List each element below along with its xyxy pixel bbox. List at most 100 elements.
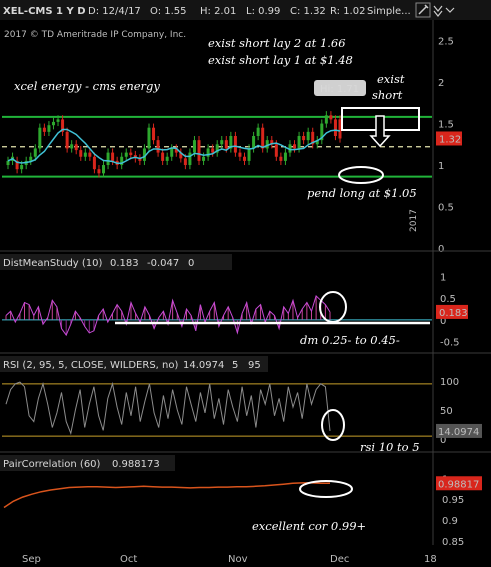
- candle-body: [283, 152, 287, 161]
- candle-body: [33, 148, 37, 157]
- x-tick: 18: [424, 554, 437, 565]
- candle-body: [88, 152, 92, 157]
- price-y-tick: 2: [438, 78, 444, 89]
- annotation-dm: dm 0.25- to 0.45-: [300, 333, 400, 347]
- candle-body: [197, 140, 201, 161]
- candle-body: [51, 121, 55, 126]
- rsi-y-tick: 50: [440, 406, 453, 417]
- candle-body: [97, 169, 101, 174]
- candle-body: [79, 150, 83, 157]
- annotation-exist-a: exist: [377, 72, 405, 86]
- high-label: H: 2.01: [200, 6, 236, 17]
- candle-body: [111, 152, 115, 161]
- symbol-label[interactable]: XEL-CMS 1 Y D: [3, 6, 86, 17]
- candle-body: [224, 140, 228, 149]
- candle-body: [147, 127, 151, 149]
- price-y-tick: 1: [438, 161, 444, 172]
- candle-body: [38, 127, 42, 149]
- copyright-text: 2017 © TD Ameritrade IP Company, Inc.: [4, 30, 186, 40]
- candle-body: [29, 156, 33, 161]
- rsi-last-text: 14.0974: [438, 427, 479, 438]
- distmean-line: [5, 294, 331, 337]
- candle-body: [297, 136, 301, 149]
- candle-body: [188, 152, 192, 166]
- candle-body: [233, 136, 237, 153]
- candle-body: [238, 152, 242, 157]
- rsi-y-tick: 100: [440, 377, 459, 388]
- candle-body: [261, 127, 265, 149]
- candle-body: [293, 144, 297, 149]
- candle-body: [183, 158, 187, 166]
- candle-body: [252, 136, 256, 149]
- annotation-short2: exist short lay 2 at 1.66: [208, 36, 346, 50]
- rsi-panel: RSI (2, 95, 5, CLOSE, WILDERS, no) 14.097…: [0, 356, 482, 446]
- hi-bubble-text: Hi: 1.71: [320, 84, 359, 95]
- candle-body: [274, 144, 278, 157]
- corr-y-tick: 0.9: [442, 516, 458, 527]
- candle-body: [333, 119, 337, 136]
- candle-body: [20, 165, 24, 170]
- corr-title: PairCorrelation (60): [3, 459, 101, 470]
- candle-body: [192, 140, 196, 153]
- x-tick: Oct: [120, 554, 137, 565]
- candle-body: [220, 140, 224, 145]
- candle-body: [242, 156, 246, 161]
- candle-body: [306, 131, 310, 141]
- candle-body: [6, 160, 10, 166]
- price-y-tick: 0: [438, 244, 444, 255]
- low-label: L: 0.99: [246, 6, 280, 17]
- annotation-short1: exist short lay 1 at $1.48: [208, 53, 353, 67]
- rsi-high: 95: [248, 360, 261, 371]
- candle-body: [156, 140, 160, 153]
- candle-body: [106, 152, 110, 166]
- candle-body: [256, 127, 260, 136]
- candle-body: [202, 156, 206, 161]
- rsi-circle: [321, 409, 345, 441]
- annotation-rsi: rsi 10 to 5: [360, 440, 420, 454]
- candle-body: [56, 119, 60, 122]
- candle-body: [102, 165, 106, 174]
- candle-body: [70, 144, 74, 149]
- date-label: D: 12/4/17: [88, 6, 141, 17]
- distmean-circle: [319, 291, 347, 323]
- candle-body: [161, 152, 165, 161]
- rsi-value: 14.0974: [183, 360, 224, 371]
- distmean-y-tick: 1: [440, 272, 446, 283]
- last-price-text: 1.32: [439, 134, 461, 145]
- annotation-cor: excellent cor 0.99+: [252, 519, 366, 533]
- annotation-pend-long: pend long at $1.05: [307, 186, 417, 200]
- price-y-tick: 2.5: [438, 37, 454, 48]
- candle-body: [92, 156, 96, 170]
- x-tick: Nov: [228, 554, 248, 565]
- x-tick: Sep: [22, 554, 41, 565]
- candle-body: [206, 148, 210, 157]
- distmean-title: DistMeanStudy (10): [3, 258, 103, 269]
- watermark-text: 2017: [409, 209, 419, 232]
- candle-body: [152, 127, 156, 141]
- distmean-avg: -0.047: [147, 258, 179, 269]
- rsi-low: 5: [232, 360, 238, 371]
- candle-body: [124, 152, 128, 157]
- corr-value: 0.988173: [112, 459, 160, 470]
- distmean-last-text: 0.183: [439, 308, 468, 319]
- candle-body: [165, 156, 169, 161]
- candle-body: [302, 136, 306, 141]
- mode-label[interactable]: Simple...: [367, 6, 411, 17]
- price-y-tick: 0.5: [438, 203, 454, 214]
- correlation-panel: PairCorrelation (60)0.98817310.950.90.85…: [0, 455, 482, 548]
- open-label: O: 1.55: [150, 6, 187, 17]
- x-axis: Sep Oct Nov Dec 18: [0, 546, 491, 567]
- candle-body: [279, 156, 283, 161]
- candle-body: [47, 125, 51, 132]
- candle-body: [329, 115, 333, 120]
- chart-canvas: XEL-CMS 1 Y D D: 12/4/17 O: 1.55 H: 2.01…: [0, 0, 491, 567]
- candle-body: [170, 148, 174, 157]
- rsi-line: [5, 381, 331, 436]
- candle-body: [83, 152, 87, 157]
- close-label: C: 1.32: [290, 6, 326, 17]
- candle-body: [324, 115, 328, 124]
- corr-last-text: 0.98817: [438, 479, 479, 490]
- corr-line: [3, 482, 330, 509]
- distmean-y-tick: 0.5: [440, 294, 456, 305]
- candle-body: [247, 148, 251, 161]
